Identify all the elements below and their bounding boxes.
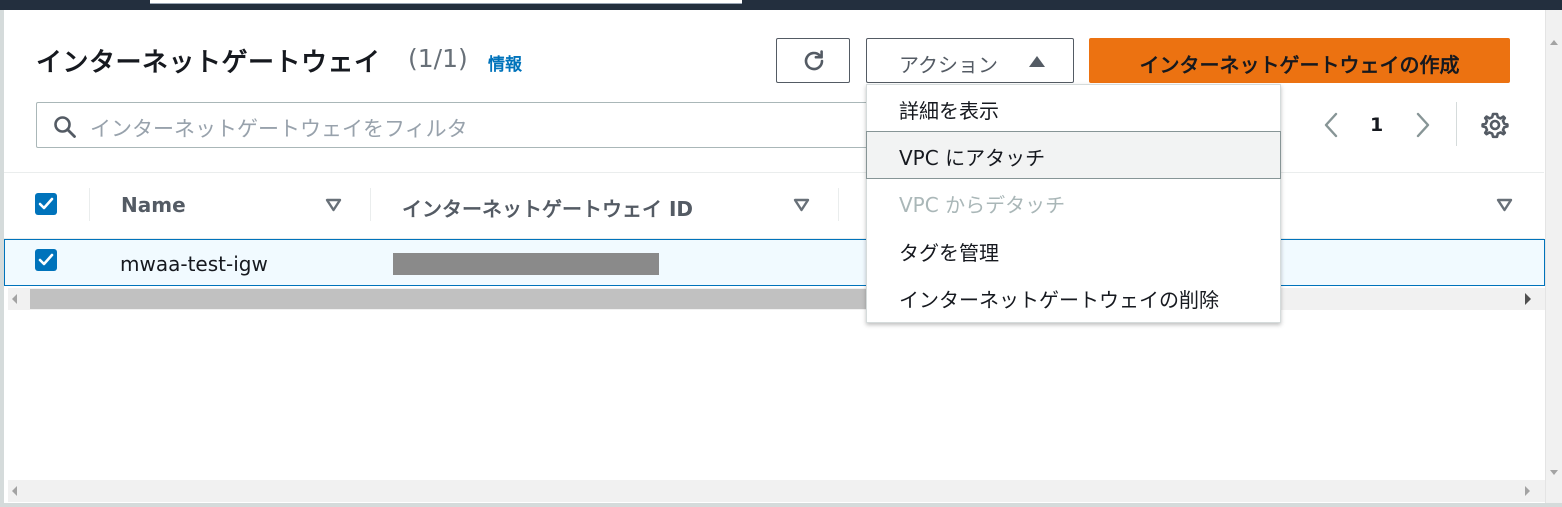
chevron-left-icon[interactable] xyxy=(1322,112,1340,138)
info-link[interactable]: 情報 xyxy=(488,50,522,75)
menu-item-manage-tags[interactable]: タグを管理 xyxy=(867,227,1280,275)
gear-icon[interactable] xyxy=(1481,111,1509,139)
create-button-label: インターネットゲートウェイの作成 xyxy=(1139,53,1460,77)
chevron-right-icon[interactable] xyxy=(1414,112,1432,138)
horizontal-scrollbar[interactable] xyxy=(8,288,1545,310)
row-checkbox[interactable] xyxy=(35,249,57,271)
column-divider xyxy=(89,188,90,221)
column-header-igw-id[interactable]: インターネットゲートウェイ ID xyxy=(402,193,693,222)
refresh-button[interactable] xyxy=(776,38,850,83)
sort-down-icon[interactable] xyxy=(1496,198,1513,212)
select-all-checkbox[interactable] xyxy=(35,193,57,215)
scroll-down-icon[interactable] xyxy=(1550,470,1558,475)
bottom-edge xyxy=(0,503,1562,507)
menu-item-label: 詳細を表示 xyxy=(899,99,999,123)
vertical-scrollbar[interactable] xyxy=(1545,10,1562,507)
page-horizontal-scrollbar[interactable] xyxy=(8,480,1545,502)
top-input-edge xyxy=(150,0,742,4)
menu-item-view-details[interactable]: 詳細を表示 xyxy=(867,85,1280,133)
filter-input[interactable]: インターネットゲートウェイをフィルタ xyxy=(36,102,900,148)
scrollbar-thumb[interactable] xyxy=(30,289,870,309)
column-divider xyxy=(370,188,371,221)
check-icon xyxy=(38,253,54,266)
menu-item-delete-igw[interactable]: インターネットゲートウェイの削除 xyxy=(867,274,1280,322)
search-icon xyxy=(54,116,76,138)
refresh-icon xyxy=(804,50,824,71)
scroll-right-icon[interactable] xyxy=(1525,293,1531,305)
menu-item-detach-vpc: VPC からデタッチ xyxy=(867,179,1280,227)
check-icon xyxy=(38,197,54,210)
actions-menu: 詳細を表示 VPC にアタッチ VPC からデタッチ タグを管理 インターネット… xyxy=(866,84,1281,323)
menu-item-label: VPC からデタッチ xyxy=(899,193,1066,217)
filter-placeholder: インターネットゲートウェイをフィルタ xyxy=(90,117,468,141)
scroll-left-icon[interactable] xyxy=(12,294,17,304)
redacted-igw-id xyxy=(393,253,659,275)
caret-up-icon xyxy=(1029,56,1045,67)
create-internet-gateway-button[interactable]: インターネットゲートウェイの作成 xyxy=(1089,38,1510,83)
menu-item-label: インターネットゲートウェイの削除 xyxy=(899,288,1219,312)
table-top-divider xyxy=(4,172,1544,173)
scroll-up-icon[interactable] xyxy=(1550,40,1558,45)
selection-count: (1/1) xyxy=(408,44,468,73)
sort-down-icon[interactable] xyxy=(793,198,810,212)
pagination-divider xyxy=(1456,102,1457,146)
sort-down-icon[interactable] xyxy=(325,198,342,212)
menu-item-attach-vpc[interactable]: VPC にアタッチ xyxy=(866,131,1281,179)
row-name-cell[interactable]: mwaa-test-igw xyxy=(120,252,268,276)
scroll-right-icon[interactable] xyxy=(1525,486,1530,496)
column-header-name[interactable]: Name xyxy=(121,193,186,217)
actions-button-label: アクション xyxy=(899,53,998,77)
menu-item-label: VPC にアタッチ xyxy=(899,146,1046,170)
menu-item-label: タグを管理 xyxy=(899,241,999,265)
actions-button[interactable]: アクション xyxy=(866,38,1074,83)
browser-top-bar xyxy=(0,0,1562,10)
column-divider xyxy=(838,188,839,221)
current-page[interactable]: 1 xyxy=(1370,114,1383,136)
scroll-left-icon[interactable] xyxy=(12,486,17,496)
page-title: インターネットゲートウェイ xyxy=(36,48,381,78)
